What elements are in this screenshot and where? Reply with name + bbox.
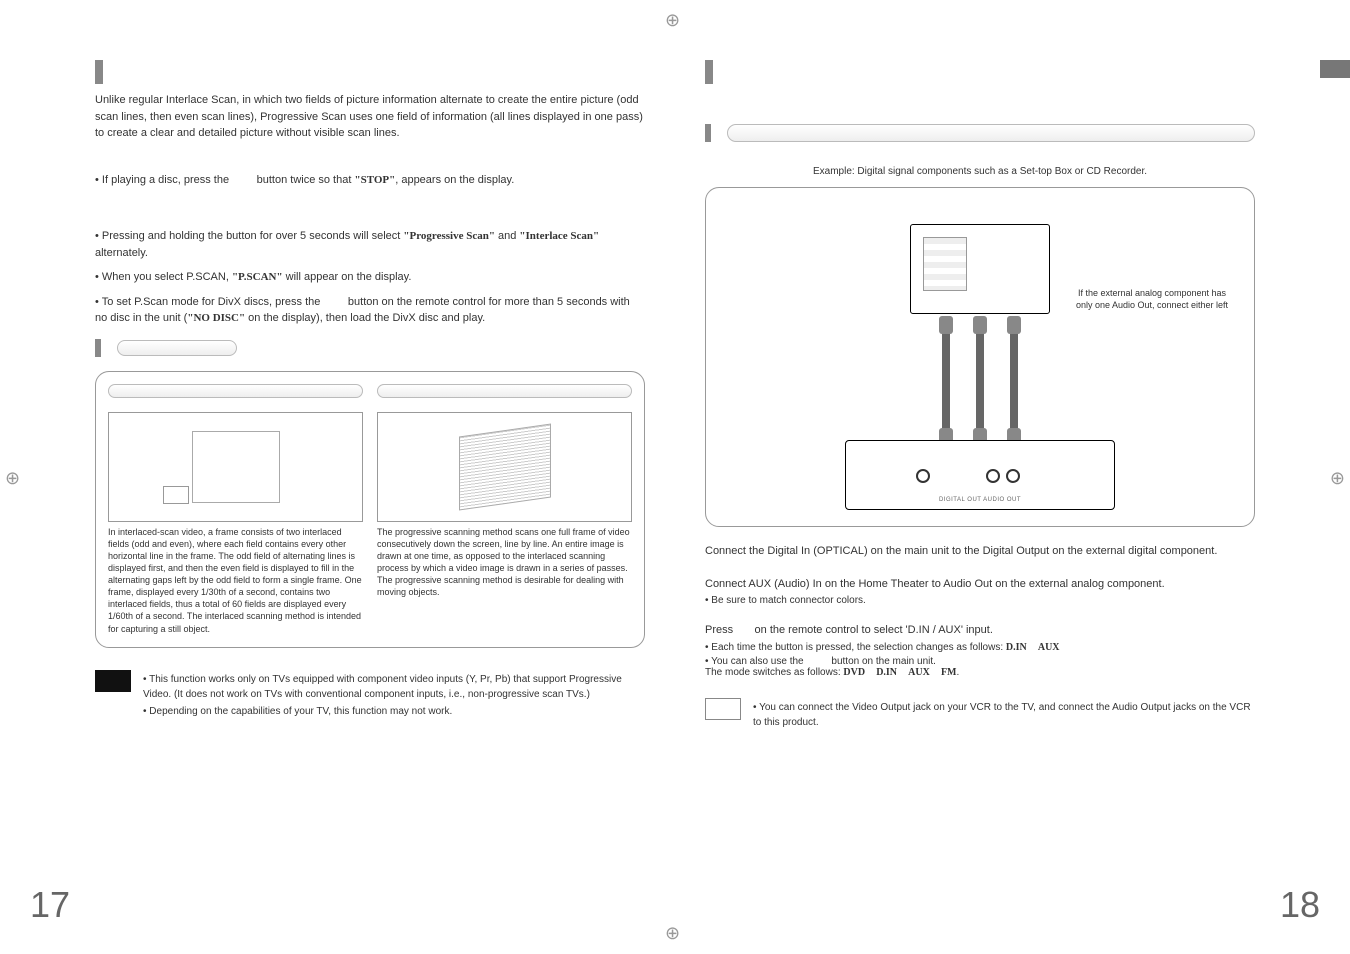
note-box-right: You can connect the Video Output jack on… (705, 698, 1255, 732)
bullet-hold-b: alternately. (95, 247, 148, 259)
audio-out-r-socket (986, 469, 1000, 483)
interlaced-header-pill (108, 384, 363, 398)
optical-cable (942, 326, 950, 436)
step-stop: If playing a disc, press the button twic… (95, 172, 645, 189)
step-3-sub2-a: You can also use the (711, 656, 803, 667)
step-2: Connect AUX (Audio) In on the Home Theat… (705, 576, 1255, 593)
progressive-header-cell (377, 384, 632, 398)
note-icon-right (705, 698, 741, 720)
step-3-sub1: Each time the button is pressed, the sel… (705, 642, 1255, 653)
page-number-18: 18 (1280, 884, 1320, 926)
cable-row (942, 326, 1018, 436)
callout-text: If the external analog component has onl… (1072, 288, 1232, 311)
progressive-cell: The progressive scanning method scans on… (377, 406, 632, 635)
progressive-illustration (377, 412, 632, 522)
nodisc-label: "NO DISC" (187, 312, 245, 324)
progressive-header-pill (377, 384, 632, 398)
bullet-pscan: When you select P.SCAN, "P.SCAN" will ap… (95, 269, 645, 286)
example-text: Example: Digital signal components such … (705, 166, 1255, 177)
page-17: Unlike regular Interlace Scan, in which … (0, 0, 675, 954)
interlaced-desc: In interlaced-scan video, a frame consis… (108, 526, 363, 635)
sel-dvd: DVD (843, 667, 865, 678)
sel-din-2: D.IN (876, 667, 897, 678)
step-3-a: Press (705, 624, 733, 636)
panel-header-row (108, 384, 632, 398)
note-left-1: This function works only on TVs equipped… (143, 672, 645, 702)
note-box-left: This function works only on TVs equipped… (95, 670, 645, 721)
subheader-accent (95, 339, 101, 357)
note-icon (95, 670, 131, 692)
page-spread: Unlike regular Interlace Scan, in which … (0, 0, 1350, 954)
sel-aux: AUX (1038, 642, 1060, 653)
bullet-divx-a: To set P.Scan mode for DivX discs, press… (102, 296, 321, 308)
pscan-label: "P.SCAN" (232, 271, 283, 283)
subheader-pill (117, 340, 237, 356)
note-text-right: You can connect the Video Output jack on… (753, 698, 1255, 732)
header-bar-left (95, 60, 645, 84)
external-component (910, 224, 1050, 314)
note-left-2: Depending on the capabilities of your TV… (143, 704, 645, 719)
subheader-bar-right (705, 124, 1255, 142)
step-3-b: on the remote control to select 'D.IN / … (755, 624, 993, 636)
step-3-sub1-a: Each time the button is pressed, the sel… (711, 642, 1006, 653)
step-3-sub2-b: button on the main unit. (831, 656, 936, 667)
step-3: Press on the remote control to select 'D… (705, 622, 1255, 639)
step-3-sub2-c: The mode switches as follows: (705, 667, 843, 678)
step-1: Connect the Digital In (OPTICAL) on the … (705, 543, 1255, 560)
page-number-17: 17 (30, 884, 70, 926)
step-stop-b: button twice so that (257, 174, 352, 186)
step-stop-a: If playing a disc, press the (102, 174, 229, 186)
subheader-bar (95, 339, 645, 357)
bullet-divx-c: on the display), then load the DivX disc… (245, 312, 485, 324)
step-stop-c: , appears on the display. (395, 174, 514, 186)
main-unit (845, 440, 1115, 510)
step-3-sub2: You can also use the button on the main … (705, 656, 1255, 678)
step-2-sub: Be sure to match connector colors. (705, 595, 1255, 606)
stop-label: "STOP" (354, 174, 395, 186)
bullet-pscan-a: When you select P.SCAN, (102, 271, 232, 283)
bullet-hold: Pressing and holding the button for over… (95, 228, 645, 261)
bullet-hold-a: Pressing and holding the button for over… (102, 230, 403, 242)
panel-body-row: In interlaced-scan video, a frame consis… (108, 406, 632, 635)
connection-diagram: If the external analog component has onl… (705, 187, 1255, 527)
header-bar-right (705, 60, 1255, 84)
sel-aux-2: AUX (908, 667, 930, 678)
bullet-pscan-b: will appear on the display. (283, 271, 412, 283)
intro-text: Unlike regular Interlace Scan, in which … (95, 92, 645, 142)
bullet-divx: To set P.Scan mode for DivX discs, press… (95, 294, 645, 327)
note-right-1: You can connect the Video Output jack on… (753, 700, 1255, 730)
header-accent (95, 60, 103, 84)
note-text-left: This function works only on TVs equipped… (143, 670, 645, 721)
subheader-pill-right (727, 124, 1255, 142)
side-tab (1320, 60, 1350, 78)
progressive-desc: The progressive scanning method scans on… (377, 526, 632, 599)
interlaced-illustration (108, 412, 363, 522)
interlaced-cell: In interlaced-scan video, a frame consis… (108, 406, 363, 635)
subheader-accent-right (705, 124, 711, 142)
digital-out-socket (916, 469, 930, 483)
audio-cable-l (976, 326, 984, 436)
bullet-hold-and: and (495, 230, 519, 242)
page-18: Example: Digital signal components such … (675, 0, 1350, 954)
comparison-panel: In interlaced-scan video, a frame consis… (95, 371, 645, 648)
audio-out-l-socket (1006, 469, 1020, 483)
sel-din: D.IN (1006, 642, 1027, 653)
header-accent-right (705, 60, 713, 84)
progressive-scan-label: "Progressive Scan" (403, 230, 495, 242)
interlaced-header-cell (108, 384, 363, 398)
sel-fm: FM (941, 667, 957, 678)
interlace-scan-label: "Interlace Scan" (519, 230, 599, 242)
audio-cable-r (1010, 326, 1018, 436)
